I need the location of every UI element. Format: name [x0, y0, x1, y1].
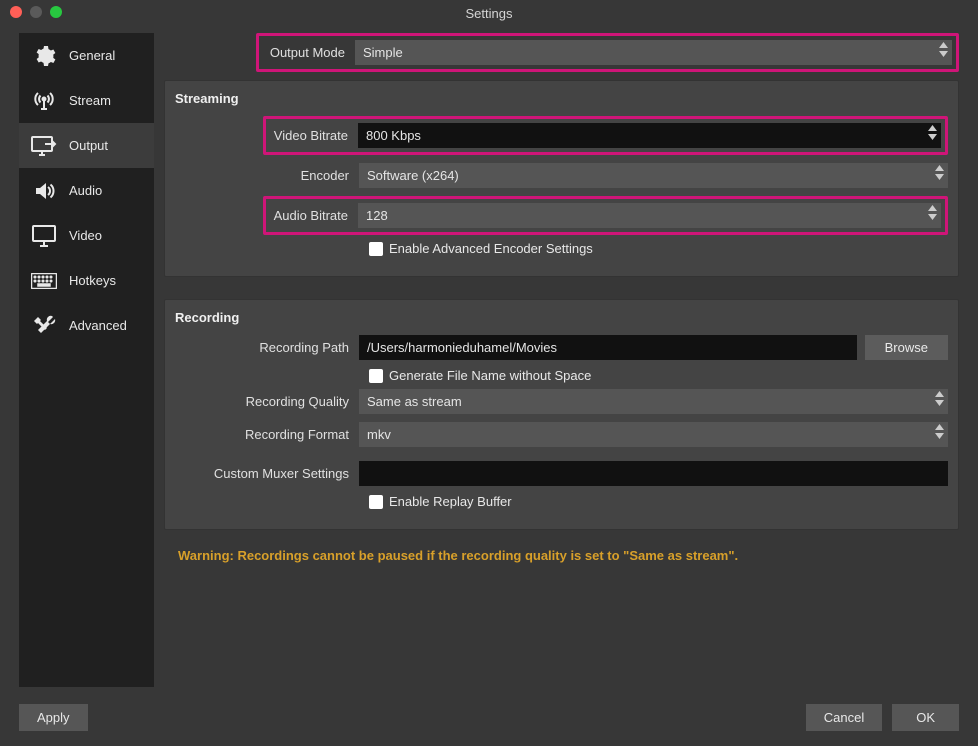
recording-path-input[interactable]: /Users/harmonieduhamel/Movies — [359, 335, 857, 360]
enable-replay-buffer-checkbox[interactable] — [369, 495, 383, 509]
output-mode-value: Simple — [363, 45, 403, 60]
sidebar-item-audio[interactable]: Audio — [19, 168, 154, 213]
recording-quality-value: Same as stream — [367, 394, 462, 409]
sidebar-item-label: Advanced — [69, 318, 127, 333]
audio-bitrate-value: 128 — [366, 208, 388, 223]
enable-advanced-encoder-checkbox[interactable] — [369, 242, 383, 256]
sidebar-item-stream[interactable]: Stream — [19, 78, 154, 123]
sidebar-item-video[interactable]: Video — [19, 213, 154, 258]
recording-path-value: /Users/harmonieduhamel/Movies — [367, 340, 557, 355]
minimize-icon — [30, 6, 42, 18]
close-icon[interactable] — [10, 6, 22, 18]
gear-icon — [31, 43, 57, 69]
recording-quality-select[interactable]: Same as stream — [359, 389, 948, 414]
recording-format-select[interactable]: mkv — [359, 422, 948, 447]
output-icon — [31, 133, 57, 159]
monitor-icon — [31, 223, 57, 249]
video-bitrate-field[interactable]: 800 Kbps — [358, 123, 941, 148]
sidebar-item-label: Audio — [69, 183, 102, 198]
audio-bitrate-highlight: Audio Bitrate 128 — [263, 196, 948, 235]
sidebar-item-label: Video — [69, 228, 102, 243]
encoder-select[interactable]: Software (x264) — [359, 163, 948, 188]
video-bitrate-highlight: Video Bitrate 800 Kbps — [263, 116, 948, 155]
content-area: General Stream Output Audio Video — [19, 33, 959, 691]
chevron-updown-icon — [928, 205, 937, 220]
stepper-icon[interactable] — [928, 125, 937, 140]
enable-advanced-encoder-label: Enable Advanced Encoder Settings — [389, 241, 593, 256]
sidebar-item-output[interactable]: Output — [19, 123, 154, 168]
antenna-icon — [31, 88, 57, 114]
footer: Apply Cancel OK — [19, 704, 959, 731]
sidebar-item-label: General — [69, 48, 115, 63]
keyboard-icon — [31, 268, 57, 294]
sidebar: General Stream Output Audio Video — [19, 33, 154, 687]
streaming-group: Streaming Video Bitrate 800 Kbps — [164, 80, 959, 277]
chevron-updown-icon — [935, 165, 944, 180]
gen-filename-nospace-checkbox[interactable] — [369, 369, 383, 383]
cancel-button[interactable]: Cancel — [806, 704, 882, 731]
sidebar-item-advanced[interactable]: Advanced — [19, 303, 154, 348]
titlebar: Settings — [0, 0, 978, 26]
enable-replay-buffer-label: Enable Replay Buffer — [389, 494, 512, 509]
chevron-updown-icon — [939, 42, 948, 57]
ok-button[interactable]: OK — [892, 704, 959, 731]
video-bitrate-value: 800 Kbps — [366, 128, 421, 143]
output-mode-label: Output Mode — [263, 45, 355, 60]
recording-quality-label: Recording Quality — [175, 394, 359, 409]
sidebar-item-hotkeys[interactable]: Hotkeys — [19, 258, 154, 303]
gen-filename-nospace-label: Generate File Name without Space — [389, 368, 591, 383]
sidebar-item-label: Hotkeys — [69, 273, 116, 288]
window-controls — [10, 6, 62, 18]
recording-path-label: Recording Path — [175, 340, 359, 355]
audio-bitrate-label: Audio Bitrate — [270, 208, 358, 223]
sidebar-item-label: Output — [69, 138, 108, 153]
main-panel: Output Mode Simple Streaming Video B — [164, 33, 959, 691]
warning-text: Warning: Recordings cannot be paused if … — [178, 548, 959, 563]
output-mode-select[interactable]: Simple — [355, 40, 952, 65]
audio-icon — [31, 178, 57, 204]
custom-muxer-label: Custom Muxer Settings — [175, 466, 359, 481]
chevron-updown-icon — [935, 424, 944, 439]
audio-bitrate-select[interactable]: 128 — [358, 203, 941, 228]
window-title: Settings — [10, 6, 968, 21]
maximize-icon[interactable] — [50, 6, 62, 18]
encoder-label: Encoder — [175, 168, 359, 183]
recording-title: Recording — [175, 310, 948, 325]
tools-icon — [31, 313, 57, 339]
sidebar-item-general[interactable]: General — [19, 33, 154, 78]
recording-format-value: mkv — [367, 427, 391, 442]
custom-muxer-input[interactable] — [359, 461, 948, 486]
output-mode-highlight: Output Mode Simple — [256, 33, 959, 72]
browse-button[interactable]: Browse — [865, 335, 948, 360]
apply-button[interactable]: Apply — [19, 704, 88, 731]
recording-group: Recording Recording Path /Users/harmonie… — [164, 299, 959, 530]
video-bitrate-label: Video Bitrate — [270, 128, 358, 143]
encoder-value: Software (x264) — [367, 168, 459, 183]
recording-format-label: Recording Format — [175, 427, 359, 442]
streaming-title: Streaming — [175, 91, 948, 106]
sidebar-item-label: Stream — [69, 93, 111, 108]
chevron-updown-icon — [935, 391, 944, 406]
